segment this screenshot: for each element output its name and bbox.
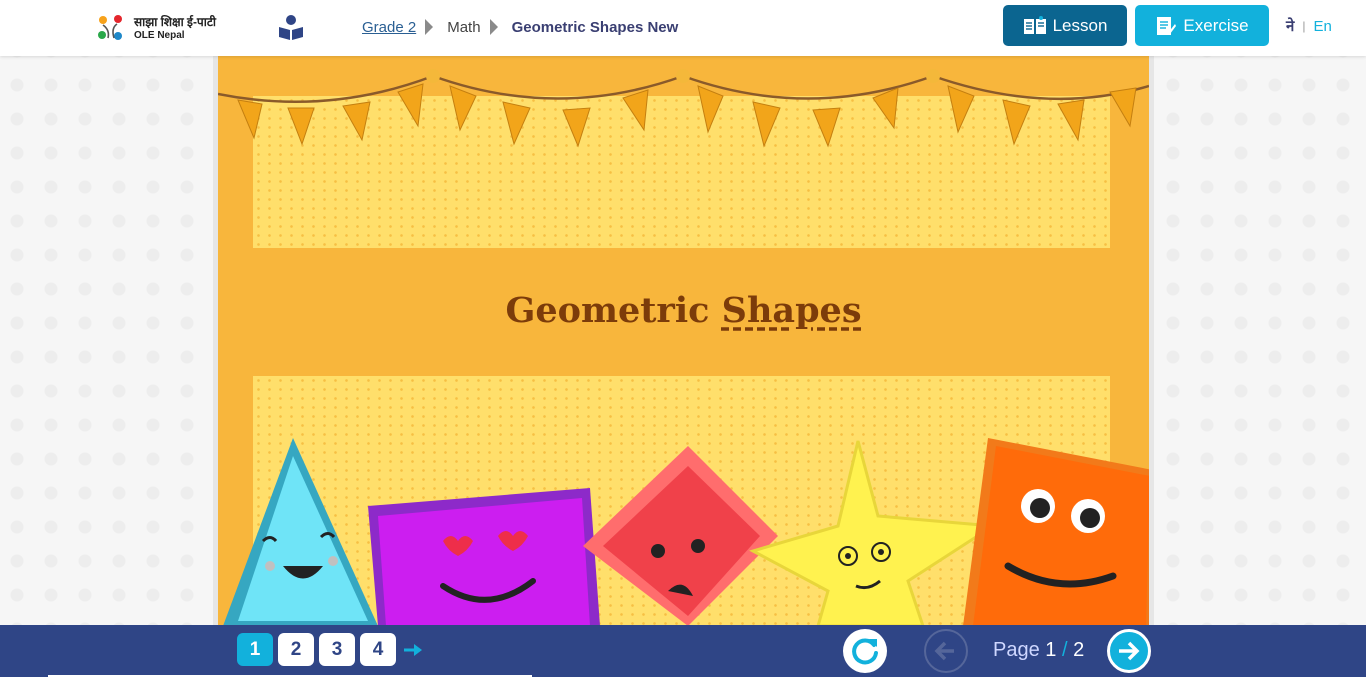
page-number-1[interactable]: 1 [237, 633, 273, 666]
page-number-list: 1 2 3 4 [237, 633, 423, 666]
lesson-slide: Geometric Shapes [213, 56, 1154, 626]
lesson-title-glossary-word[interactable]: Shapes [722, 290, 862, 331]
logo-text-english: OLE Nepal [134, 30, 185, 41]
bunting-decoration [218, 69, 1149, 148]
lesson-button-label: Lesson [1052, 15, 1108, 35]
page-indicator-total: 2 [1073, 639, 1085, 661]
page-number-2[interactable]: 2 [278, 633, 314, 666]
top-header: साझा शिक्षा ई-पाटी OLE Nepal Grade 2 Mat… [0, 0, 1366, 56]
breadcrumb-separator-icon [425, 19, 434, 35]
orange-square-character [963, 438, 1149, 626]
triangle-character [223, 438, 378, 626]
arrow-right-icon[interactable] [403, 643, 423, 657]
refresh-icon [852, 638, 878, 665]
bottom-navigation-bar: 1 2 3 4 Page 1 / 2 [0, 625, 1366, 677]
lesson-button[interactable]: Lesson [1003, 5, 1127, 46]
language-english-link[interactable]: En [1313, 18, 1331, 35]
next-page-button[interactable] [1107, 629, 1151, 673]
breadcrumb-separator-icon [489, 19, 498, 35]
lesson-book-icon [1023, 15, 1046, 34]
logo-text-nepali: साझा शिक्षा ई-पाटी [134, 15, 217, 29]
breadcrumb-current-lesson: Geometric Shapes New [511, 18, 679, 36]
language-switcher: ने | En [1286, 16, 1332, 36]
refresh-button[interactable] [843, 629, 887, 673]
ole-nepal-logo[interactable]: साझा शिक्षा ई-पाटी OLE Nepal [94, 10, 234, 44]
reader-icon[interactable] [278, 14, 304, 40]
logo-mark-icon [98, 15, 122, 40]
breadcrumb: Grade 2 Math Geometric Shapes New [362, 17, 678, 37]
page-indicator: Page 1 / 2 [993, 639, 1084, 662]
star-character [749, 440, 998, 626]
shapes-illustration [223, 438, 1149, 626]
arrow-right-circle-icon [1119, 641, 1140, 661]
page-indicator-label: Page [993, 639, 1046, 661]
breadcrumb-grade-link[interactable]: Grade 2 [362, 19, 416, 36]
previous-page-button[interactable] [924, 629, 968, 673]
language-separator: | [1302, 19, 1306, 33]
page-number-4[interactable]: 4 [360, 633, 396, 666]
red-square-character [583, 446, 778, 626]
exercise-button[interactable]: Exercise [1135, 5, 1269, 46]
page-number-3[interactable]: 3 [319, 633, 355, 666]
page-indicator-separator: / [1056, 639, 1074, 661]
exercise-button-label: Exercise [1183, 15, 1249, 35]
page-indicator-current: 1 [1045, 639, 1057, 661]
exercise-notepad-icon [1157, 16, 1177, 35]
lesson-title: Geometric Shapes [218, 290, 1149, 331]
lesson-title-text: Geometric [505, 290, 722, 331]
language-nepali-link[interactable]: ने [1286, 16, 1294, 36]
purple-square-character [368, 488, 600, 626]
arrow-left-circle-icon [934, 641, 954, 661]
breadcrumb-subject: Math [447, 18, 481, 36]
